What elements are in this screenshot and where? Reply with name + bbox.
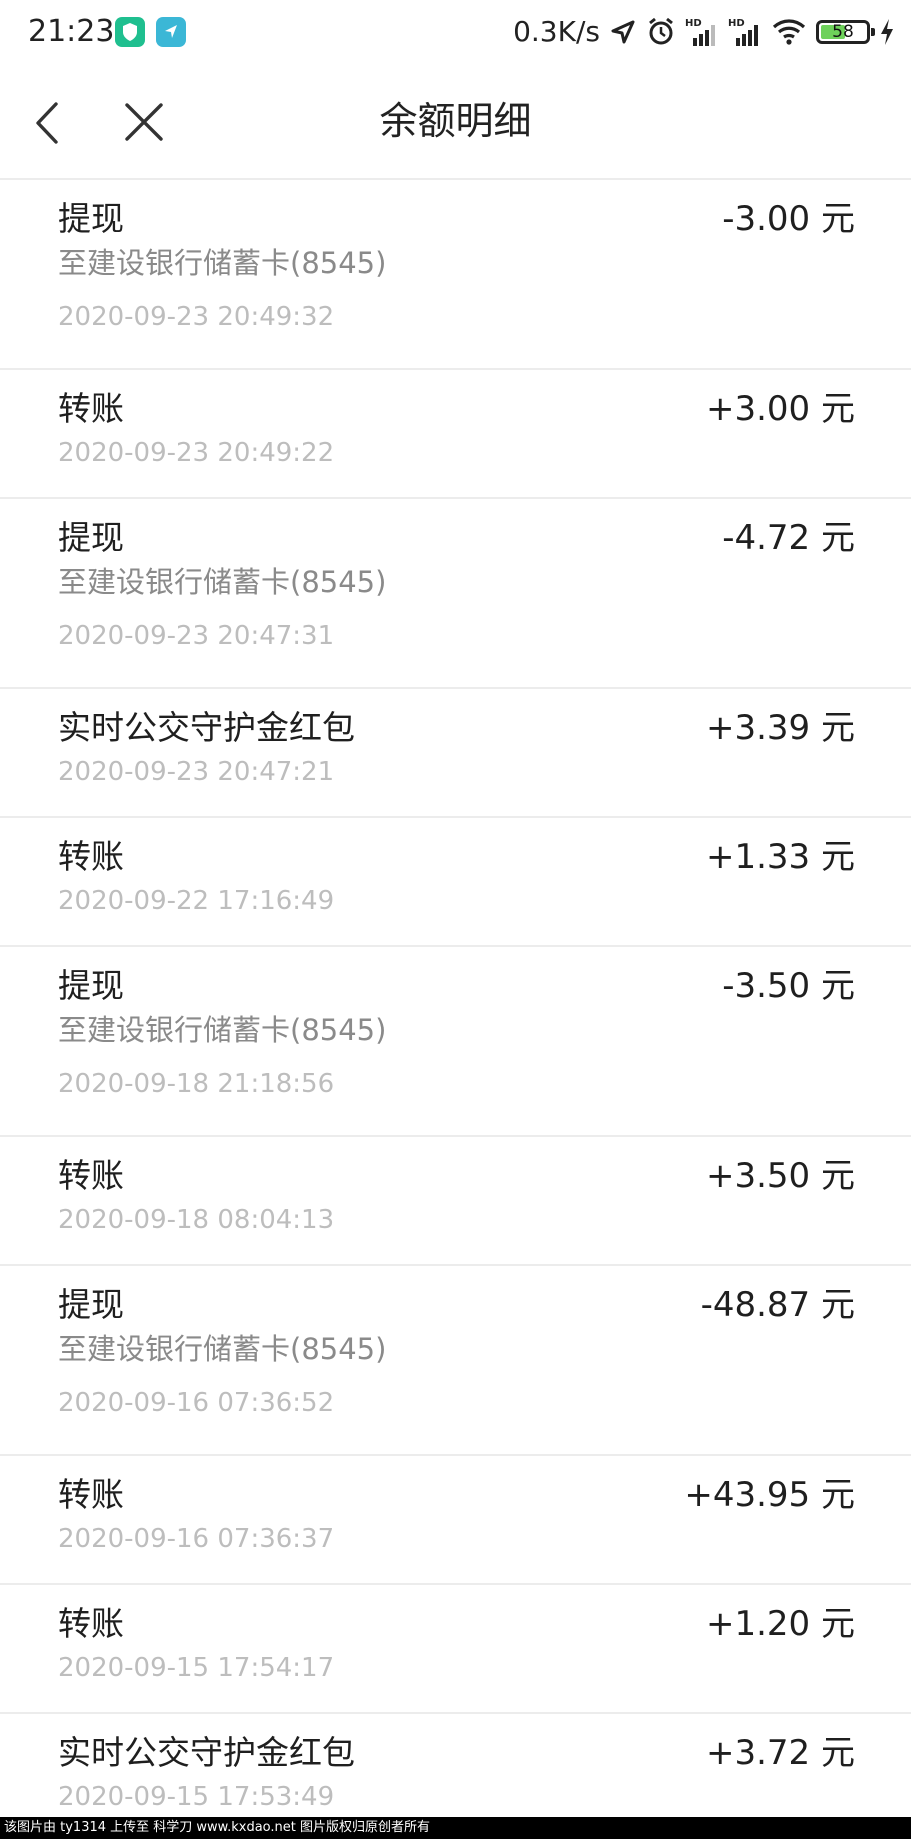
transaction-amount: -4.72 元 — [722, 518, 855, 558]
transaction-list: 提现 至建设银行储蓄卡(8545) 2020-09-23 20:49:32 -3… — [0, 180, 911, 1843]
transaction-title: 转账 — [58, 1475, 124, 1514]
transaction-row[interactable]: 实时公交守护金红包 2020-09-23 20:47:21 +3.39 元 — [0, 689, 911, 818]
wifi-icon — [772, 19, 806, 45]
transaction-row[interactable]: 提现 至建设银行储蓄卡(8545) 2020-09-23 20:49:32 -3… — [0, 180, 911, 370]
transaction-time: 2020-09-16 07:36:37 — [58, 1524, 335, 1554]
svg-text:HD: HD — [728, 18, 745, 29]
battery-level: 58 — [832, 22, 854, 42]
transaction-amount: -3.00 元 — [722, 199, 855, 239]
transaction-amount: -3.50 元 — [722, 966, 855, 1006]
transaction-description: 至建设银行储蓄卡(8545) — [58, 1332, 387, 1366]
page-title: 余额明细 — [379, 99, 532, 143]
transaction-title: 转账 — [58, 1156, 124, 1195]
transaction-time: 2020-09-23 20:47:21 — [58, 757, 335, 787]
transaction-description: 至建设银行储蓄卡(8545) — [58, 565, 387, 599]
transaction-row[interactable]: 提现 至建设银行储蓄卡(8545) 2020-09-18 21:18:56 -3… — [0, 947, 911, 1137]
transaction-row[interactable]: 转账 2020-09-18 08:04:13 +3.50 元 — [0, 1137, 911, 1266]
status-time: 21:23 — [28, 14, 115, 49]
transaction-time: 2020-09-23 20:49:32 — [58, 302, 335, 332]
transaction-row[interactable]: 转账 2020-09-22 17:16:49 +1.33 元 — [0, 818, 911, 947]
transaction-amount: +3.50 元 — [706, 1156, 855, 1196]
charging-bolt-icon — [881, 19, 893, 45]
transaction-description: 至建设银行储蓄卡(8545) — [58, 1013, 387, 1047]
transaction-title: 转账 — [58, 1604, 124, 1643]
transaction-amount: -48.87 元 — [700, 1285, 855, 1325]
transaction-time: 2020-09-15 17:54:17 — [58, 1653, 335, 1683]
transaction-title: 提现 — [58, 966, 124, 1005]
transaction-title: 提现 — [58, 199, 124, 238]
transaction-title: 转账 — [58, 389, 124, 428]
transaction-time: 2020-09-18 08:04:13 — [58, 1205, 335, 1235]
transaction-time: 2020-09-23 20:49:22 — [58, 438, 335, 468]
transaction-title: 实时公交守护金红包 — [58, 708, 355, 747]
hd-signal-icon-2: HD — [728, 18, 758, 46]
transaction-row[interactable]: 转账 2020-09-15 17:54:17 +1.20 元 — [0, 1585, 911, 1714]
svg-text:HD: HD — [685, 18, 702, 29]
transaction-title: 提现 — [58, 518, 124, 557]
transaction-time: 2020-09-15 17:53:49 — [58, 1782, 335, 1812]
navigation-app-icon — [156, 17, 186, 47]
location-arrow-icon — [611, 20, 635, 44]
transaction-row[interactable]: 转账 2020-09-23 20:49:22 +3.00 元 — [0, 370, 911, 499]
transaction-time: 2020-09-23 20:47:31 — [58, 621, 335, 651]
status-indicators: 0.3K/s HD HD 58 — [513, 14, 895, 50]
hd-signal-icon: HD — [685, 18, 715, 46]
transaction-title: 实时公交守护金红包 — [58, 1733, 355, 1772]
transaction-time: 2020-09-22 17:16:49 — [58, 886, 335, 916]
transaction-amount: +43.95 元 — [684, 1475, 855, 1515]
alarm-clock-icon — [649, 17, 673, 45]
transaction-title: 提现 — [58, 1285, 124, 1324]
transaction-amount: +3.72 元 — [706, 1733, 855, 1773]
transaction-title: 转账 — [58, 837, 124, 876]
watermark-strip: 该图片由 ty1314 上传至 科学刀 www.kxdao.net 图片版权归原… — [0, 1817, 911, 1839]
transaction-description: 至建设银行储蓄卡(8545) — [58, 246, 387, 280]
transaction-time: 2020-09-16 07:36:52 — [58, 1388, 335, 1418]
network-speed: 0.3K/s — [513, 15, 600, 48]
battery-icon: 58 — [816, 20, 875, 44]
transaction-row[interactable]: 转账 2020-09-16 07:36:37 +43.95 元 — [0, 1456, 911, 1585]
status-bar: 21:23 0.3K/s HD HD 58 — [0, 0, 911, 66]
transaction-amount: +1.33 元 — [706, 837, 855, 877]
navigation-bar: 余额明细 — [0, 66, 911, 180]
transaction-row[interactable]: 提现 至建设银行储蓄卡(8545) 2020-09-23 20:47:31 -4… — [0, 499, 911, 689]
transaction-amount: +3.00 元 — [706, 389, 855, 429]
transaction-amount: +3.39 元 — [706, 708, 855, 748]
transaction-row[interactable]: 提现 至建设银行储蓄卡(8545) 2020-09-16 07:36:52 -4… — [0, 1266, 911, 1456]
shield-app-icon — [115, 17, 145, 47]
transaction-time: 2020-09-18 21:18:56 — [58, 1069, 335, 1099]
transaction-amount: +1.20 元 — [706, 1604, 855, 1644]
